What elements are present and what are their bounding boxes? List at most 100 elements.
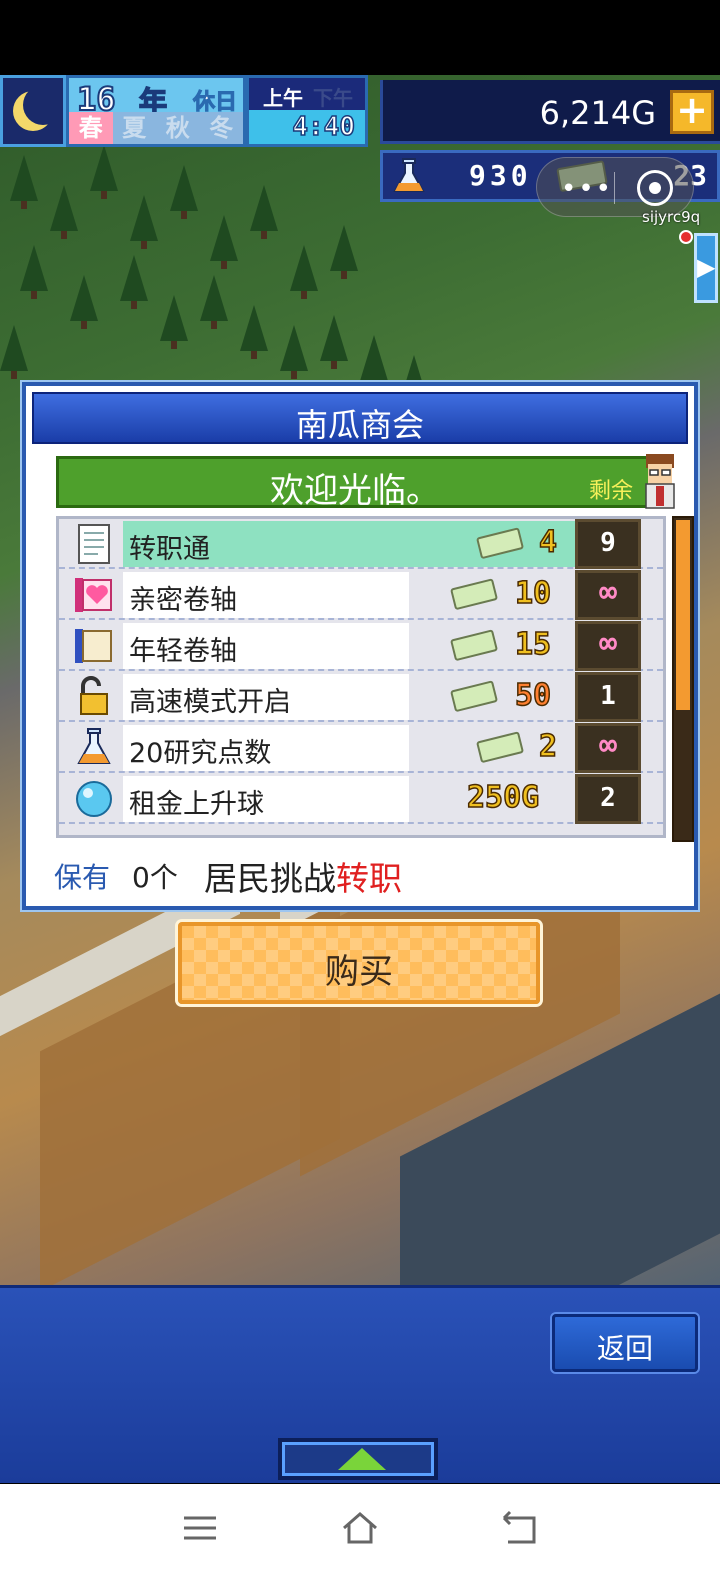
owned-count: 0个 <box>132 861 178 894</box>
tree <box>120 255 148 309</box>
buy-button[interactable]: 购买 <box>178 922 540 1004</box>
buy-label: 购买 <box>325 952 393 992</box>
tree <box>360 335 388 389</box>
night-indicator <box>0 75 66 147</box>
home-icon[interactable] <box>340 1508 380 1548</box>
tree <box>330 225 358 279</box>
item-description: 居民挑战转职 <box>204 852 402 900</box>
document-icon <box>78 524 110 564</box>
tree <box>280 325 308 379</box>
system-nav-bar <box>0 1484 720 1572</box>
list-scrollbar[interactable] <box>672 516 694 842</box>
list-item[interactable]: 亲密卷轴 10 ∞ <box>59 570 663 620</box>
arrow-up-icon <box>338 1448 386 1470</box>
description-highlight: 转职 <box>336 859 402 898</box>
list-item[interactable]: 租金上升球 250G 2 <box>59 774 663 824</box>
list-item[interactable]: 20研究点数 2 ∞ <box>59 723 663 773</box>
tree <box>290 245 318 299</box>
shopkeeper-avatar <box>645 454 675 509</box>
tree <box>10 155 38 209</box>
research-points: 930 <box>469 159 532 192</box>
item-stock: 1 <box>575 672 641 722</box>
pm-label: 下午 <box>313 86 353 110</box>
owned-label: 保有 <box>54 861 111 894</box>
tree <box>210 215 238 269</box>
item-stock: ∞ <box>575 621 641 671</box>
item-name: 年轻卷轴 <box>129 636 237 667</box>
item-stock: ∞ <box>575 723 641 773</box>
season-autumn: 秋 <box>165 114 190 142</box>
ticket-icon <box>450 629 498 661</box>
item-name: 租金上升球 <box>129 789 264 820</box>
list-item[interactable]: 高速模式开启 50 1 <box>59 672 663 722</box>
tree <box>130 195 158 249</box>
tree <box>160 295 188 349</box>
season-spring: 春 <box>69 112 113 144</box>
tree <box>20 245 48 299</box>
item-stock: ∞ <box>575 570 641 620</box>
orb-icon <box>76 781 112 817</box>
tree <box>70 275 98 329</box>
tree <box>50 185 78 239</box>
notification-dot <box>679 230 693 244</box>
flask-icon <box>77 728 111 764</box>
unlock-icon <box>80 676 108 715</box>
tree <box>0 325 28 379</box>
money-amount: 6,214G <box>539 94 656 132</box>
item-price: 10 <box>514 575 552 612</box>
ticket-icon <box>450 680 498 712</box>
list-item[interactable]: 转职通 4 9 <box>59 519 663 569</box>
welcome-text: 欢迎光临。 <box>270 471 440 511</box>
item-list[interactable]: 转职通 4 9 亲密卷轴 10 ∞ 年轻卷轴 15 ∞ 高速模式开启 50 1 … <box>56 516 666 838</box>
money-panel: 6,214G + <box>380 80 720 144</box>
item-price: 250G <box>466 779 540 816</box>
calendar-hud: 16 年 休日 春 夏 秋 冬 上午 下午 4:40 <box>0 75 368 147</box>
tree <box>90 145 118 199</box>
tree <box>250 185 278 239</box>
back-button[interactable]: 返回 <box>552 1314 698 1372</box>
date-panel: 16 年 休日 春 夏 秋 冬 <box>66 75 246 147</box>
more-icon[interactable]: ••• <box>561 174 613 204</box>
scrollbar-thumb[interactable] <box>676 520 690 710</box>
season-bar: 春 夏 秋 冬 <box>69 112 243 144</box>
clock: 4:40 <box>249 110 365 144</box>
tree <box>240 305 268 359</box>
target-icon[interactable] <box>637 170 673 206</box>
expand-menu-button[interactable] <box>278 1438 438 1480</box>
back-label: 返回 <box>596 1332 653 1365</box>
scroll-icon <box>75 629 112 663</box>
add-money-button[interactable]: + <box>670 90 714 134</box>
item-name: 亲密卷轴 <box>129 585 237 616</box>
ticket-icon <box>476 731 524 763</box>
item-price: 2 <box>538 728 558 765</box>
tree <box>170 165 198 219</box>
ticket-icon <box>450 578 498 610</box>
menu-icon[interactable] <box>180 1508 220 1548</box>
side-panel-toggle[interactable]: ▶ <box>694 233 718 303</box>
toolbar-divider <box>614 172 615 204</box>
moon-icon <box>23 85 63 125</box>
item-price: 50 <box>514 677 552 714</box>
dialog-header: 南瓜商会 <box>32 392 688 444</box>
tree <box>200 275 228 329</box>
bottom-panel: 返回 <box>0 1285 720 1483</box>
list-item[interactable]: 年轻卷轴 15 ∞ <box>59 621 663 671</box>
season-winter: 冬 <box>209 114 234 142</box>
item-stock: 2 <box>575 774 641 824</box>
am-label: 上午 <box>263 86 303 110</box>
item-name: 高速模式开启 <box>129 687 291 718</box>
back-icon[interactable] <box>500 1508 540 1548</box>
heart-scroll-icon <box>75 578 112 612</box>
description-text: 居民挑战 <box>204 859 336 898</box>
shop-title: 南瓜商会 <box>295 406 424 444</box>
welcome-banner: 欢迎光临。 剩余 <box>56 456 654 511</box>
shop-dialog: 南瓜商会 欢迎光临。 剩余 转职通 4 9 亲密卷轴 10 ∞ 年轻卷轴 15 … <box>22 382 698 910</box>
ticket-icon <box>476 527 524 559</box>
flask-icon <box>393 158 425 192</box>
item-name: 20研究点数 <box>129 738 272 769</box>
item-price: 15 <box>514 626 552 663</box>
season-summer: 夏 <box>122 114 147 142</box>
user-tag: sijyrc9q <box>642 208 701 226</box>
tree <box>320 315 348 369</box>
item-stock: 9 <box>575 519 641 569</box>
